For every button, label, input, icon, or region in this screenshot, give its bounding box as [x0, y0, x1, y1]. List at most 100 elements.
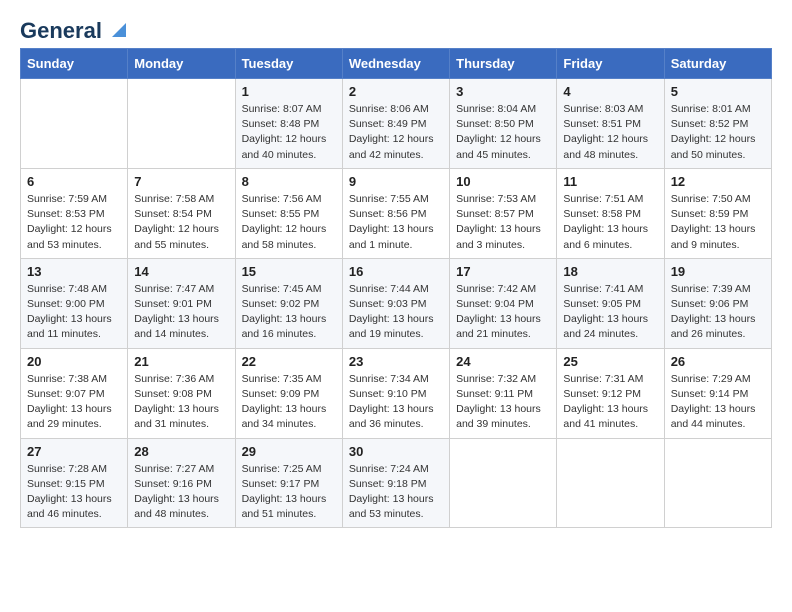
calendar-cell [664, 438, 771, 528]
calendar-cell: 11 Sunrise: 7:51 AM Sunset: 8:58 PM Dayli… [557, 168, 664, 258]
calendar-cell: 22Sunrise: 7:35 AM Sunset: 9:09 PM Dayli… [235, 348, 342, 438]
calendar-cell: 5 Sunrise: 8:01 AM Sunset: 8:52 PM Daylig… [664, 79, 771, 169]
calendar-cell: 17 Sunrise: 7:42 AM Sunset: 9:04 PM Dayli… [450, 258, 557, 348]
day-number: 10 [456, 174, 550, 189]
calendar-cell: 14 Sunrise: 7:47 AM Sunset: 9:01 PM Dayli… [128, 258, 235, 348]
calendar-week-2: 6Sunrise: 7:59 AM Sunset: 8:53 PM Daylig… [21, 168, 772, 258]
day-info: Sunrise: 7:45 AM Sunset: 9:02 PM Dayligh… [242, 282, 336, 343]
weekday-header-thursday: Thursday [450, 49, 557, 79]
day-number: 16 [349, 264, 443, 279]
day-info: Sunrise: 7:32 AM Sunset: 9:11 PM Dayligh… [456, 372, 550, 433]
day-info: Sunrise: 7:31 AM Sunset: 9:12 PM Dayligh… [563, 372, 657, 433]
weekday-header-saturday: Saturday [664, 49, 771, 79]
day-info: Sunrise: 8:04 AM Sunset: 8:50 PM Dayligh… [456, 102, 550, 163]
weekday-header-friday: Friday [557, 49, 664, 79]
day-number: 28 [134, 444, 228, 459]
calendar-page: General SundayMondayTuesdayWednesdayThur… [0, 0, 792, 546]
calendar-cell: 1Sunrise: 8:07 AM Sunset: 8:48 PM Daylig… [235, 79, 342, 169]
calendar-week-3: 13Sunrise: 7:48 AM Sunset: 9:00 PM Dayli… [21, 258, 772, 348]
calendar-week-1: 1Sunrise: 8:07 AM Sunset: 8:48 PM Daylig… [21, 79, 772, 169]
calendar-table: SundayMondayTuesdayWednesdayThursdayFrid… [20, 48, 772, 528]
day-info: Sunrise: 7:35 AM Sunset: 9:09 PM Dayligh… [242, 372, 336, 433]
logo: General [20, 18, 126, 40]
weekday-header-row: SundayMondayTuesdayWednesdayThursdayFrid… [21, 49, 772, 79]
day-number: 25 [563, 354, 657, 369]
day-info: Sunrise: 7:58 AM Sunset: 8:54 PM Dayligh… [134, 192, 228, 253]
day-number: 18 [563, 264, 657, 279]
weekday-header-wednesday: Wednesday [342, 49, 449, 79]
page-header: General [20, 18, 772, 40]
day-info: Sunrise: 7:29 AM Sunset: 9:14 PM Dayligh… [671, 372, 765, 433]
calendar-cell: 10 Sunrise: 7:53 AM Sunset: 8:57 PM Dayli… [450, 168, 557, 258]
day-number: 24 [456, 354, 550, 369]
day-number: 17 [456, 264, 550, 279]
day-info: Sunrise: 7:50 AM Sunset: 8:59 PM Dayligh… [671, 192, 765, 253]
day-info: Sunrise: 7:47 AM Sunset: 9:01 PM Dayligh… [134, 282, 228, 343]
calendar-cell: 13Sunrise: 7:48 AM Sunset: 9:00 PM Dayli… [21, 258, 128, 348]
day-number: 26 [671, 354, 765, 369]
day-number: 19 [671, 264, 765, 279]
day-number: 4 [563, 84, 657, 99]
day-info: Sunrise: 7:39 AM Sunset: 9:06 PM Dayligh… [671, 282, 765, 343]
day-number: 9 [349, 174, 443, 189]
day-info: Sunrise: 7:41 AM Sunset: 9:05 PM Dayligh… [563, 282, 657, 343]
weekday-header-tuesday: Tuesday [235, 49, 342, 79]
day-number: 13 [27, 264, 121, 279]
calendar-cell: 29 Sunrise: 7:25 AM Sunset: 9:17 PM Dayli… [235, 438, 342, 528]
day-number: 20 [27, 354, 121, 369]
calendar-cell: 7 Sunrise: 7:58 AM Sunset: 8:54 PM Daylig… [128, 168, 235, 258]
calendar-cell: 9Sunrise: 7:55 AM Sunset: 8:56 PM Daylig… [342, 168, 449, 258]
day-number: 15 [242, 264, 336, 279]
weekday-header-sunday: Sunday [21, 49, 128, 79]
day-number: 29 [242, 444, 336, 459]
day-info: Sunrise: 8:01 AM Sunset: 8:52 PM Dayligh… [671, 102, 765, 163]
day-number: 11 [563, 174, 657, 189]
calendar-cell: 21Sunrise: 7:36 AM Sunset: 9:08 PM Dayli… [128, 348, 235, 438]
calendar-cell: 24 Sunrise: 7:32 AM Sunset: 9:11 PM Dayli… [450, 348, 557, 438]
day-number: 3 [456, 84, 550, 99]
day-info: Sunrise: 7:25 AM Sunset: 9:17 PM Dayligh… [242, 462, 336, 523]
day-info: Sunrise: 8:06 AM Sunset: 8:49 PM Dayligh… [349, 102, 443, 163]
calendar-cell: 18 Sunrise: 7:41 AM Sunset: 9:05 PM Dayli… [557, 258, 664, 348]
day-info: Sunrise: 7:44 AM Sunset: 9:03 PM Dayligh… [349, 282, 443, 343]
calendar-cell: 8 Sunrise: 7:56 AM Sunset: 8:55 PM Daylig… [235, 168, 342, 258]
calendar-cell: 15 Sunrise: 7:45 AM Sunset: 9:02 PM Dayli… [235, 258, 342, 348]
calendar-cell [21, 79, 128, 169]
day-info: Sunrise: 7:53 AM Sunset: 8:57 PM Dayligh… [456, 192, 550, 253]
day-number: 6 [27, 174, 121, 189]
day-info: Sunrise: 7:38 AM Sunset: 9:07 PM Dayligh… [27, 372, 121, 433]
calendar-cell: 12 Sunrise: 7:50 AM Sunset: 8:59 PM Dayli… [664, 168, 771, 258]
calendar-week-5: 27 Sunrise: 7:28 AM Sunset: 9:15 PM Dayli… [21, 438, 772, 528]
day-info: Sunrise: 7:56 AM Sunset: 8:55 PM Dayligh… [242, 192, 336, 253]
day-number: 1 [242, 84, 336, 99]
day-number: 21 [134, 354, 228, 369]
day-number: 8 [242, 174, 336, 189]
calendar-cell: 25 Sunrise: 7:31 AM Sunset: 9:12 PM Dayli… [557, 348, 664, 438]
day-info: Sunrise: 7:34 AM Sunset: 9:10 PM Dayligh… [349, 372, 443, 433]
day-info: Sunrise: 7:51 AM Sunset: 8:58 PM Dayligh… [563, 192, 657, 253]
day-number: 23 [349, 354, 443, 369]
calendar-cell [128, 79, 235, 169]
calendar-cell: 6Sunrise: 7:59 AM Sunset: 8:53 PM Daylig… [21, 168, 128, 258]
calendar-cell: 4Sunrise: 8:03 AM Sunset: 8:51 PM Daylig… [557, 79, 664, 169]
day-number: 27 [27, 444, 121, 459]
calendar-cell: 27 Sunrise: 7:28 AM Sunset: 9:15 PM Dayli… [21, 438, 128, 528]
day-info: Sunrise: 7:27 AM Sunset: 9:16 PM Dayligh… [134, 462, 228, 523]
calendar-cell: 26 Sunrise: 7:29 AM Sunset: 9:14 PM Dayli… [664, 348, 771, 438]
day-number: 30 [349, 444, 443, 459]
calendar-cell: 19 Sunrise: 7:39 AM Sunset: 9:06 PM Dayli… [664, 258, 771, 348]
weekday-header-monday: Monday [128, 49, 235, 79]
day-number: 7 [134, 174, 228, 189]
day-info: Sunrise: 7:28 AM Sunset: 9:15 PM Dayligh… [27, 462, 121, 523]
calendar-cell [557, 438, 664, 528]
calendar-cell [450, 438, 557, 528]
day-number: 2 [349, 84, 443, 99]
calendar-week-4: 20 Sunrise: 7:38 AM Sunset: 9:07 PM Dayli… [21, 348, 772, 438]
calendar-cell: 20 Sunrise: 7:38 AM Sunset: 9:07 PM Dayli… [21, 348, 128, 438]
day-number: 5 [671, 84, 765, 99]
day-number: 12 [671, 174, 765, 189]
day-info: Sunrise: 7:42 AM Sunset: 9:04 PM Dayligh… [456, 282, 550, 343]
day-number: 14 [134, 264, 228, 279]
calendar-cell: 28 Sunrise: 7:27 AM Sunset: 9:16 PM Dayli… [128, 438, 235, 528]
calendar-cell: 23 Sunrise: 7:34 AM Sunset: 9:10 PM Dayli… [342, 348, 449, 438]
